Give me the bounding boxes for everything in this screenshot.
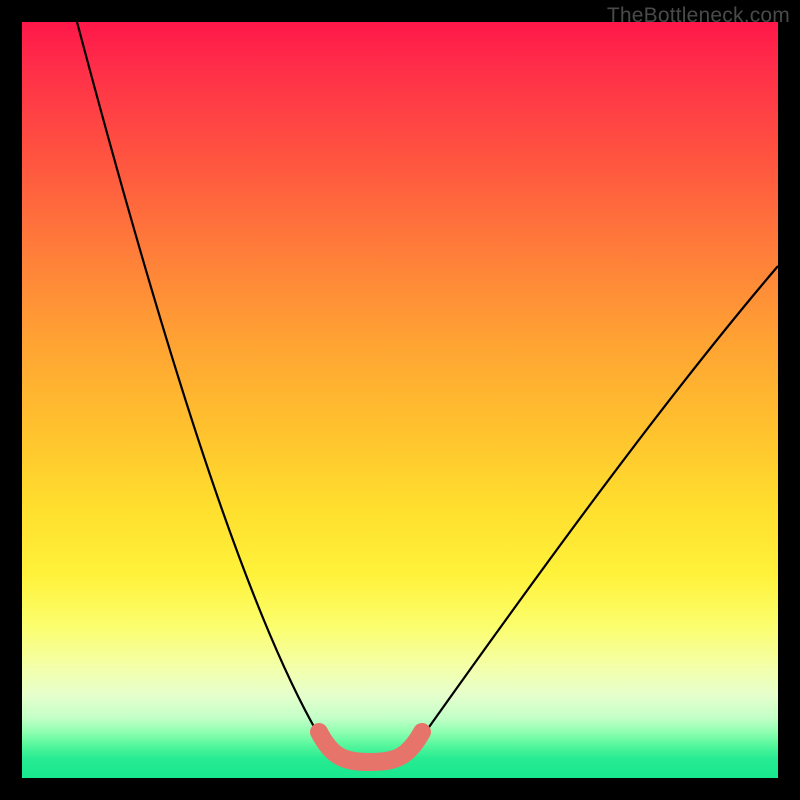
curve-valley-pink	[319, 732, 422, 762]
curve-left-black	[77, 22, 324, 744]
chart-curve-svg	[22, 22, 778, 778]
curve-right-black	[417, 266, 778, 744]
watermark-text: TheBottleneck.com	[607, 4, 790, 28]
chart-frame	[22, 22, 778, 778]
